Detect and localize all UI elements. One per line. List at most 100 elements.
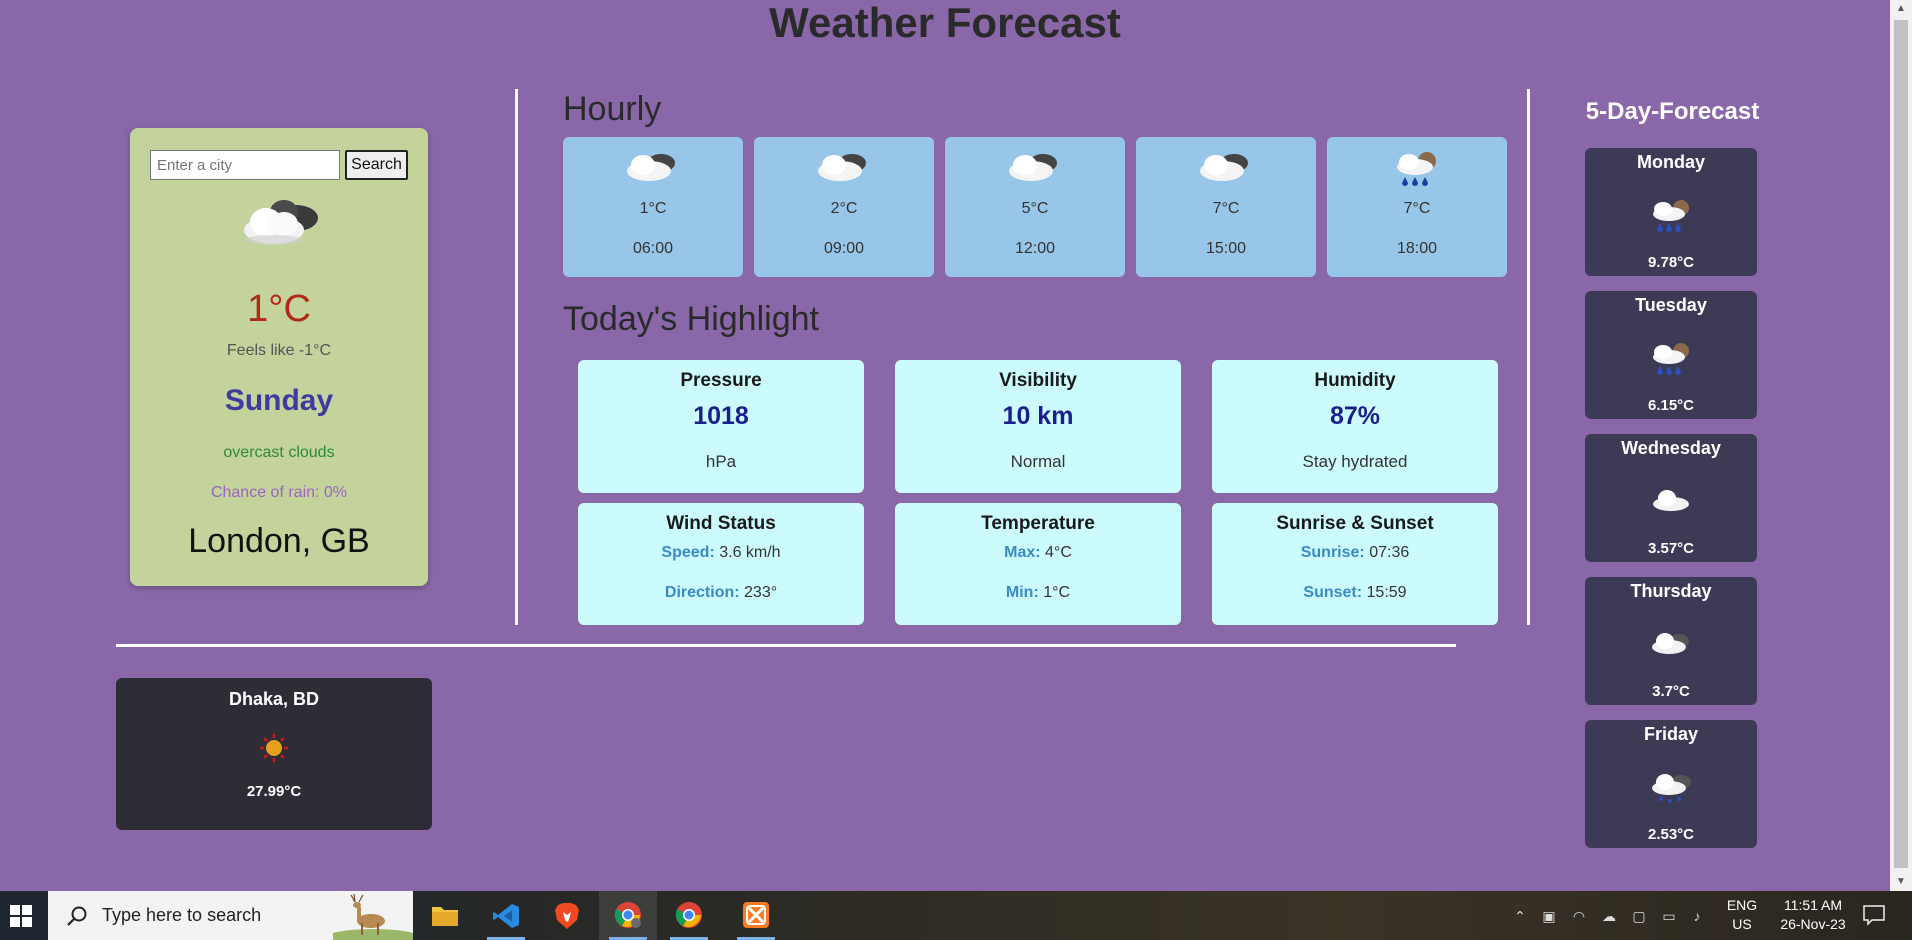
meet-now-icon[interactable]: ▣ <box>1540 907 1558 925</box>
temp-max-row: Max: 4°C <box>895 544 1181 562</box>
pressure-title: Pressure <box>680 370 762 391</box>
keyboard-layout: US <box>1732 916 1752 932</box>
right-divider <box>1527 89 1530 625</box>
tray-chevron-up-icon[interactable]: ⌃ <box>1511 907 1529 925</box>
forecast-day: Wednesday <box>1621 438 1721 458</box>
scroll-up-icon[interactable]: ▲ <box>1890 0 1912 18</box>
brave-app[interactable] <box>538 891 596 940</box>
language-indicator[interactable]: ENG US <box>1722 897 1762 932</box>
visibility-note: Normal <box>1010 452 1066 471</box>
forecast-temp: 3.7°C <box>1652 683 1690 700</box>
rain-icon <box>1653 343 1689 375</box>
chrome-profile-app[interactable] <box>599 891 657 940</box>
current-day: Sunday <box>224 384 334 417</box>
current-location: London, GB <box>188 522 370 560</box>
visibility-value: 10 km <box>1002 402 1074 430</box>
volume-icon[interactable]: ♪ <box>1688 907 1706 925</box>
taskbar-search-text: Type here to search <box>102 905 262 925</box>
battery-icon[interactable]: ▭ <box>1660 907 1678 925</box>
hourly-heading: Hourly <box>563 90 662 128</box>
cloud-icon <box>818 154 866 181</box>
clock-date: 26-Nov-23 <box>1780 916 1846 932</box>
cloud-icon <box>1652 633 1689 654</box>
xampp-app[interactable] <box>727 891 785 940</box>
scroll-down-icon[interactable]: ▼ <box>1890 873 1912 891</box>
forecast-day: Thursday <box>1630 581 1712 601</box>
hourly-card: 2°C 09:00 <box>754 137 934 277</box>
saved-city-card[interactable]: Dhaka, BD 27.99°C <box>116 678 432 830</box>
page-title: Weather Forecast <box>769 0 1121 46</box>
clock-time: 11:51 AM <box>1783 897 1843 913</box>
clock[interactable]: 11:51 AM 26-Nov-23 <box>1768 897 1858 932</box>
current-condition: overcast clouds <box>223 444 335 461</box>
sun-title: Sunrise & Sunset <box>1276 513 1434 534</box>
hourly-card: 7°C 15:00 <box>1136 137 1316 277</box>
hourly-temp: 1°C <box>639 200 667 217</box>
sun-icon <box>260 734 288 762</box>
visibility-card: Visibility 10 km Normal <box>895 360 1181 493</box>
rain-icon <box>1653 200 1689 232</box>
forecast-day: Monday <box>1636 152 1705 172</box>
wind-title: Wind Status <box>666 513 776 534</box>
sunset-value: 15:59 <box>1366 584 1407 601</box>
left-divider <box>515 89 518 625</box>
humidity-card: Humidity 87% Stay hydrated <box>1212 360 1498 493</box>
feels-like: Feels like -1°C <box>226 342 332 359</box>
temperature-card: Temperature Max: 4°C Min: 1°C <box>895 503 1181 625</box>
horizontal-divider <box>116 644 1456 647</box>
taskbar-search-box[interactable]: Type here to search <box>48 891 413 940</box>
sun-card: Sunrise & Sunset Sunrise: 07:36 Sunset: … <box>1212 503 1498 625</box>
sunrise-label: Sunrise: <box>1300 544 1365 561</box>
search-button[interactable]: Search <box>345 150 408 180</box>
hourly-temp: 7°C <box>1403 200 1431 217</box>
wind-direction-label: Direction: <box>664 584 740 601</box>
sunrise-row: Sunrise: 07:36 <box>1212 544 1498 562</box>
device-icon[interactable]: ▢ <box>1630 907 1648 925</box>
hourly-temp: 5°C <box>1021 200 1049 217</box>
rain-icon <box>1397 152 1436 186</box>
windows-start-icon[interactable] <box>10 905 32 927</box>
humidity-note: Stay hydrated <box>1302 452 1408 471</box>
forecast-card: Monday 9.78°C <box>1585 148 1757 276</box>
chrome-app[interactable] <box>660 891 718 940</box>
temp-min-row: Min: 1°C <box>895 584 1181 602</box>
wind-speed-row: Speed: 3.6 km/h <box>578 544 864 562</box>
pressure-card: Pressure 1018 hPa <box>578 360 864 493</box>
overcast-cloud-icon <box>244 200 318 245</box>
current-weather-card: Search 1°C Feels like -1°C Sunday overca… <box>130 128 428 586</box>
scroll-thumb[interactable] <box>1894 20 1908 868</box>
wind-speed-label: Speed: <box>661 544 715 561</box>
forecast-temp: 3.57°C <box>1647 540 1695 557</box>
cloud-icon <box>1200 154 1248 181</box>
onedrive-icon[interactable]: ☁ <box>1600 907 1618 925</box>
temp-min-label: Min: <box>1005 584 1039 601</box>
wind-direction-value: 233° <box>744 584 778 601</box>
vscode-icon <box>493 904 519 928</box>
temperature-title: Temperature <box>981 513 1095 534</box>
cloud-icon <box>627 154 675 181</box>
current-temperature: 1°C <box>247 288 311 330</box>
vscode-app[interactable] <box>477 891 535 940</box>
city-search-input[interactable] <box>150 150 340 180</box>
wifi-icon[interactable]: ◠ <box>1570 907 1588 925</box>
hourly-time: 18:00 <box>1396 240 1438 257</box>
forecast-card: Friday 2.53°C <box>1585 720 1757 848</box>
white-cloud-icon <box>1653 490 1689 511</box>
hourly-card: 7°C 18:00 <box>1327 137 1507 277</box>
folder-icon <box>432 907 458 926</box>
page-scrollbar[interactable]: ▲ ▼ <box>1890 0 1912 891</box>
sunset-row: Sunset: 15:59 <box>1212 584 1498 602</box>
hourly-time: 06:00 <box>632 240 674 257</box>
pressure-value: 1018 <box>693 402 749 430</box>
forecast-heading: 5-Day-Forecast <box>1585 98 1760 125</box>
language-code: ENG <box>1726 897 1758 913</box>
notification-icon[interactable] <box>1862 904 1886 926</box>
visibility-title: Visibility <box>999 370 1077 391</box>
temp-max-value: 4°C <box>1045 544 1072 561</box>
hourly-card: 1°C 06:00 <box>563 137 743 277</box>
file-explorer-app[interactable] <box>416 891 474 940</box>
temp-max-label: Max: <box>1004 544 1041 561</box>
forecast-day: Friday <box>1643 724 1699 744</box>
hourly-time: 15:00 <box>1205 240 1247 257</box>
hourly-temp: 7°C <box>1212 200 1240 217</box>
